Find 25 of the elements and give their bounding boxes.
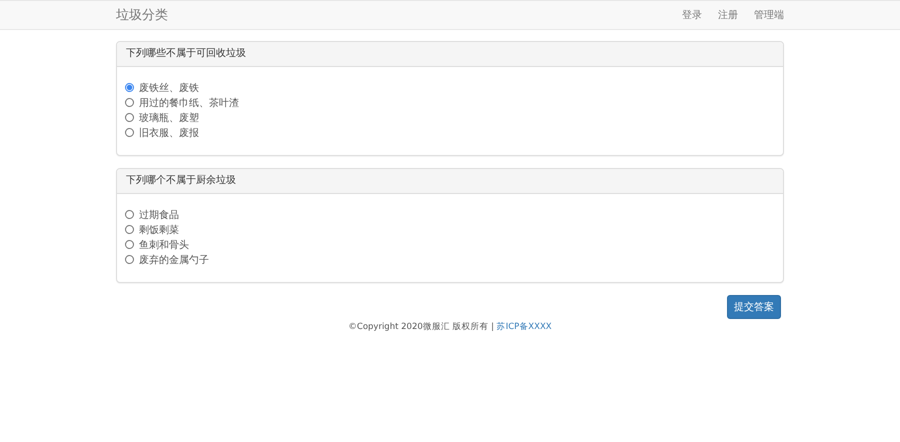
question-title: 下列哪个不属于厨余垃圾 [117,169,783,194]
option-label[interactable]: 玻璃瓶、废塑 [139,110,199,124]
option-label[interactable]: 鱼刺和骨头 [139,238,189,252]
copyright-text: ©Copyright 2020微服汇 版权所有 | 苏ICP备XXXX [347,321,553,333]
radio-button[interactable] [125,113,134,122]
radio-button[interactable] [125,210,134,219]
radio-button[interactable] [125,98,134,107]
option-label[interactable]: 旧衣服、废报 [139,126,199,140]
option-label[interactable]: 过期食品 [139,208,179,222]
nav-link[interactable]: 注册 [718,8,738,22]
option-label[interactable]: 废弃的金属勺子 [139,252,209,266]
option-label[interactable]: 剩饭剩菜 [139,222,179,236]
radio-button[interactable] [125,225,134,234]
radio-button[interactable] [125,128,134,137]
site-title[interactable]: 垃圾分类 [116,6,168,24]
nav-link[interactable]: 登录 [682,8,702,22]
submit-button[interactable]: 提交答案 [727,295,781,319]
question-title: 下列哪些不属于可回收垃圾 [117,42,783,67]
radio-button[interactable] [125,240,134,249]
radio-button[interactable] [125,255,134,264]
radio-button[interactable] [125,83,134,92]
option-label[interactable]: 废铁丝、废铁 [139,80,199,94]
icp-link[interactable]: 苏ICP备XXXX [496,322,552,332]
option-label[interactable]: 用过的餐巾纸、茶叶渣 [139,96,239,110]
nav-link[interactable]: 管理端 [754,8,784,22]
